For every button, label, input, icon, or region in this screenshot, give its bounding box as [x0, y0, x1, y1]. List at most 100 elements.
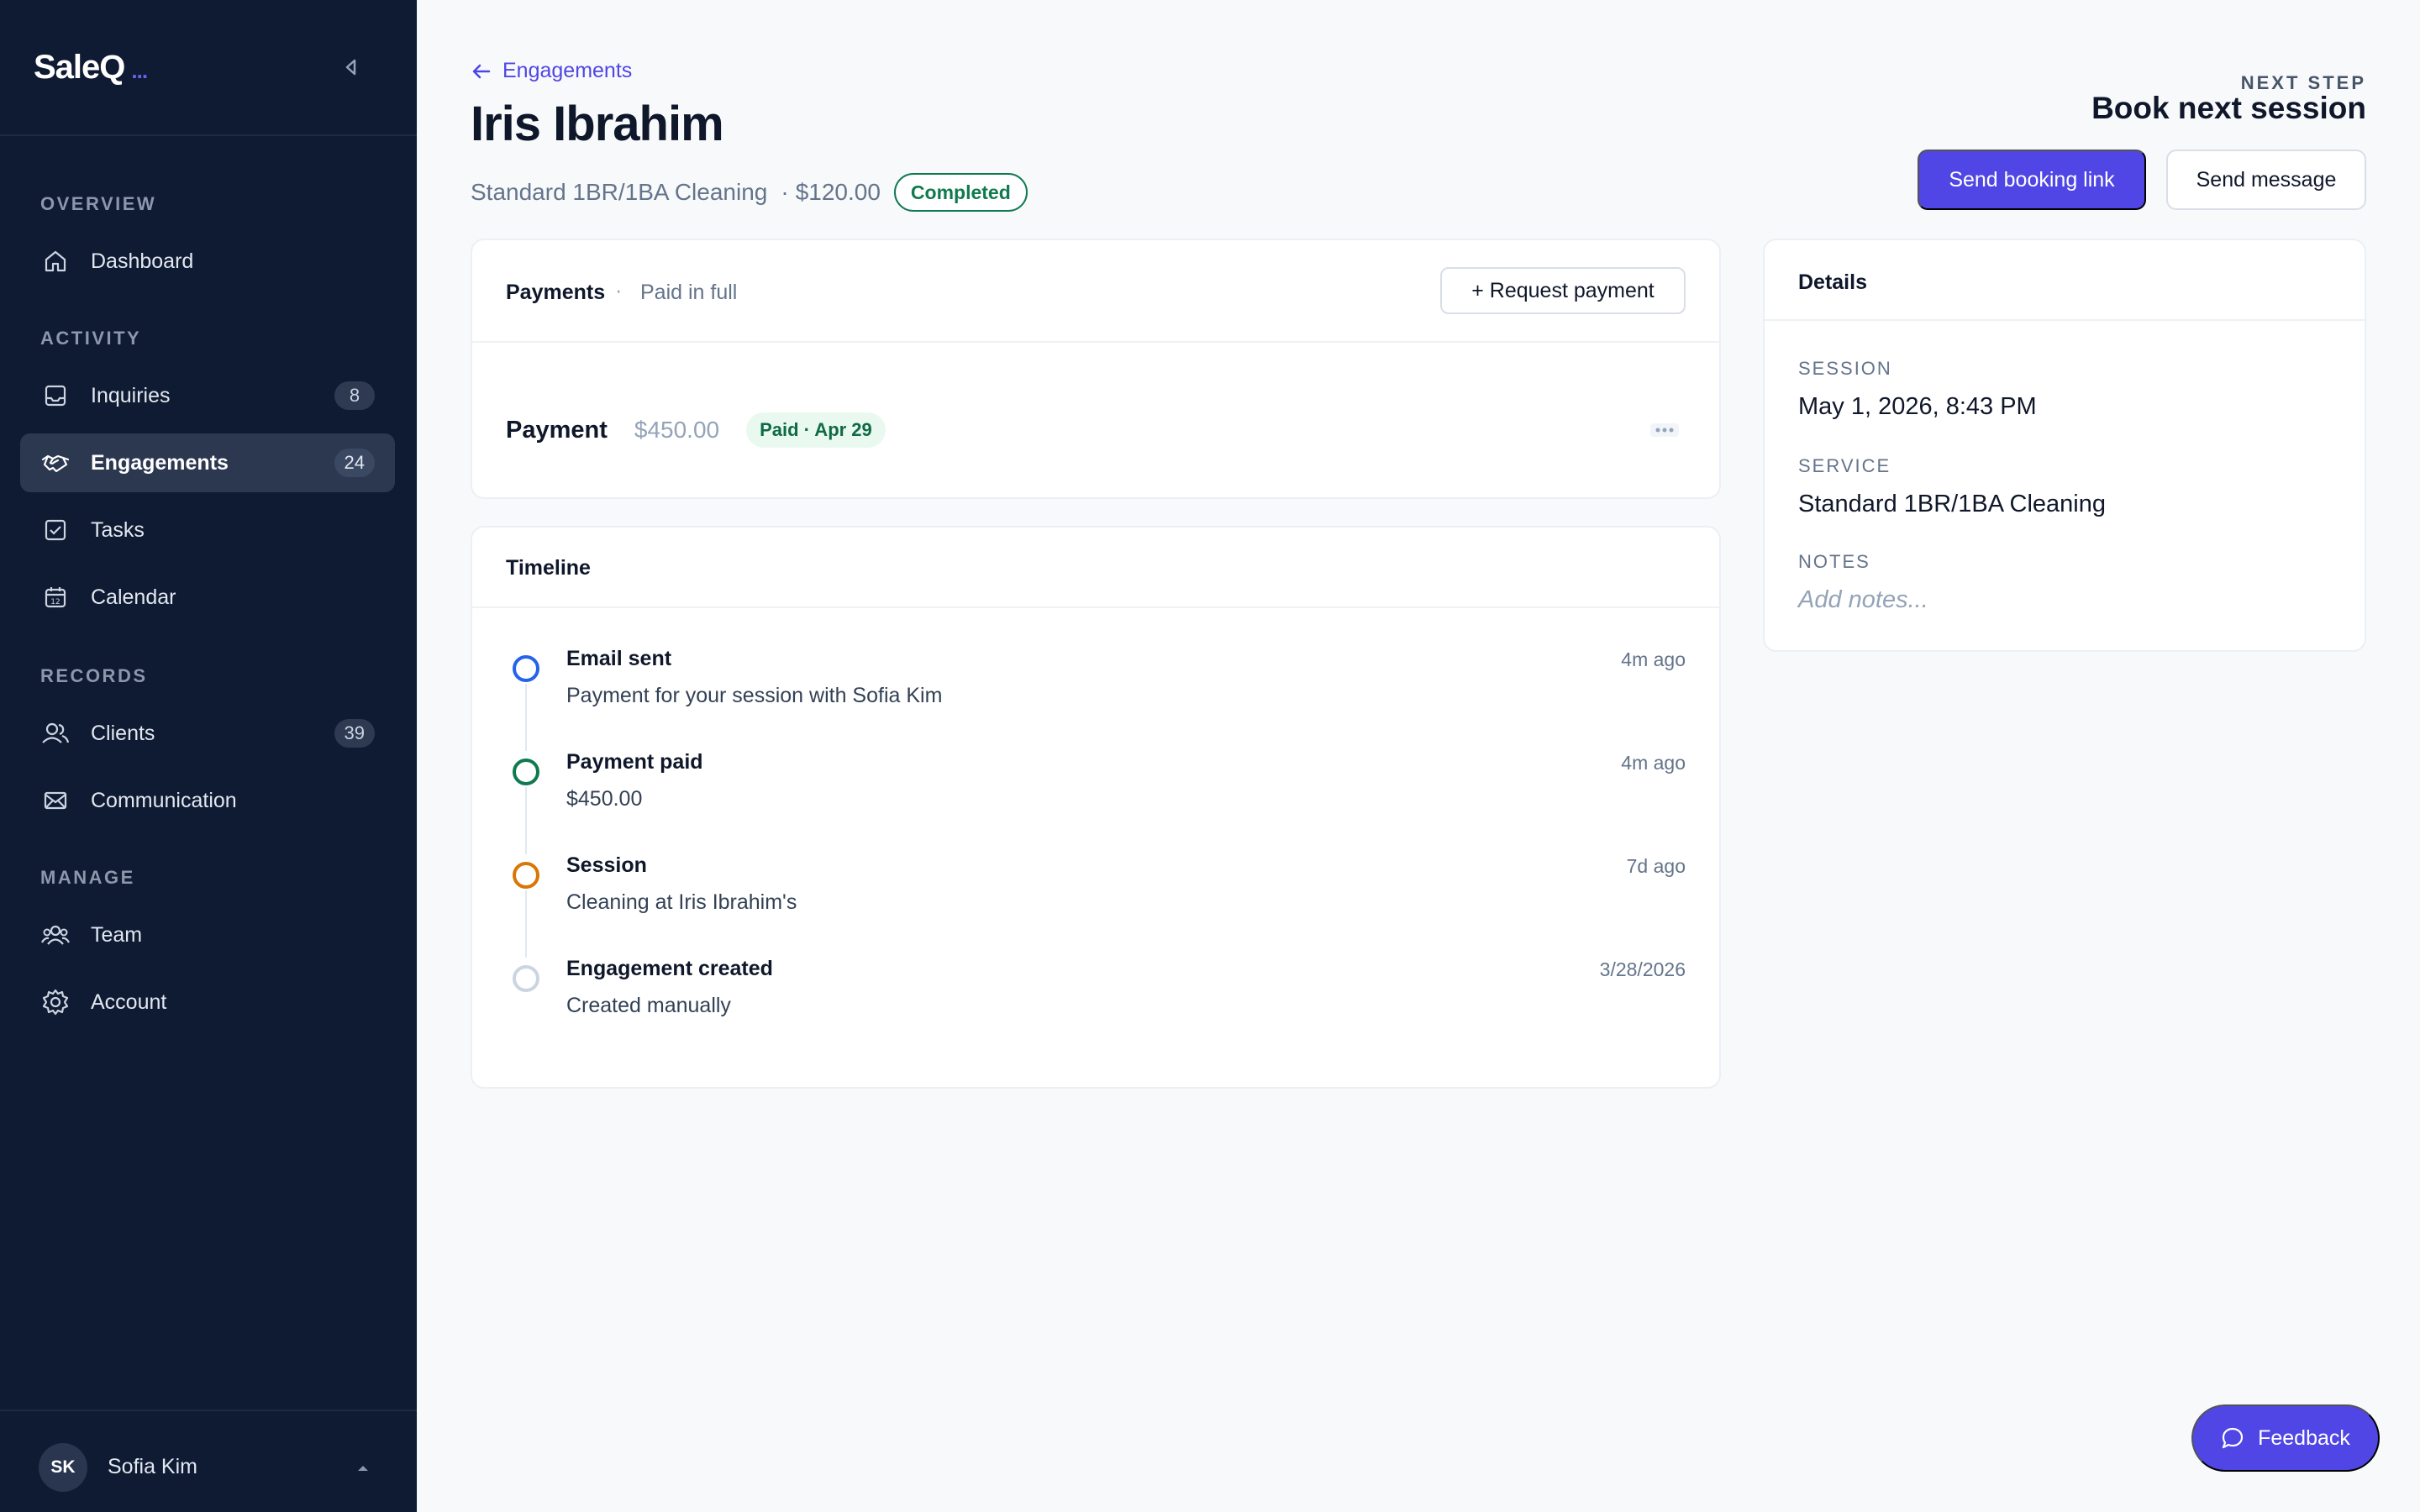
timeline-item-desc: Created manually [566, 994, 731, 1017]
user-menu[interactable]: SK Sofia Kim [0, 1410, 417, 1512]
timeline-item: Payment paid $450.00 4m ago [506, 750, 1686, 854]
timeline-dot [513, 759, 539, 785]
sidebar-item-label: Tasks [91, 517, 145, 542]
sidebar-item-label: Clients [91, 721, 155, 745]
timeline-header: Timeline [472, 528, 1719, 608]
svg-text:12: 12 [50, 598, 60, 606]
sidebar-item-inquiries[interactable]: Inquiries 8 [20, 366, 395, 425]
brand-suffix: ... [131, 58, 148, 83]
service-value: Standard 1BR/1BA Cleaning [1798, 491, 2106, 517]
session-value: May 1, 2026, 8:43 PM [1798, 393, 2037, 420]
payment-status-badge: Paid · Apr 29 [746, 412, 886, 448]
price: $120.00 [795, 179, 881, 205]
count-badge: 24 [334, 449, 375, 477]
timeline-item: Session Cleaning at Iris Ibrahim's 7d ag… [506, 853, 1686, 958]
sidebar-item-calendar[interactable]: 12 Calendar [20, 568, 395, 627]
payments-card: Payments · Paid in full + Request paymen… [471, 239, 1721, 499]
timeline-item: Email sent Payment for your session with… [506, 647, 1686, 751]
sidebar-item-label: Account [91, 990, 167, 1014]
page-title: Iris Ibrahim [471, 97, 724, 151]
sidebar-item-engagements[interactable]: Engagements 24 [20, 433, 395, 492]
timeline-item-desc: Payment for your session with Sofia Kim [566, 684, 943, 707]
feedback-button[interactable]: Feedback [2191, 1404, 2380, 1472]
collapse-sidebar-icon[interactable] [339, 55, 363, 79]
timeline-card: Timeline Email sent Payment for your ses… [471, 526, 1721, 1089]
brand-name: SaleQ [34, 49, 125, 86]
calendar-icon: 12 [40, 582, 71, 612]
session-label: SESSION [1798, 358, 1892, 379]
timeline-item-title: Engagement created [566, 957, 773, 980]
timeline-item-desc: Cleaning at Iris Ibrahim's [566, 890, 797, 914]
request-payment-button[interactable]: + Request payment [1440, 267, 1686, 314]
timeline-item-title: Session [566, 853, 647, 877]
more-options-icon[interactable] [1650, 423, 1679, 437]
team-icon [40, 920, 71, 950]
sidebar-item-tasks[interactable]: Tasks [20, 501, 395, 559]
sidebar-item-label: Communication [91, 788, 237, 812]
user-name: Sofia Kim [108, 1455, 197, 1478]
sidebar-item-dashboard[interactable]: Dashboard [20, 232, 395, 291]
section-label-activity: ACTIVITY [40, 328, 142, 349]
send-booking-link-button[interactable]: Send booking link [1918, 150, 2146, 210]
details-card: Details SESSION May 1, 2026, 8:43 PM SER… [1763, 239, 2366, 652]
arrow-left-icon [471, 60, 492, 82]
sidebar-item-clients[interactable]: Clients 39 [20, 704, 395, 763]
payment-label: Payment [506, 416, 608, 444]
gear-icon [40, 987, 71, 1017]
section-label-manage: MANAGE [40, 867, 135, 888]
details-title: Details [1798, 270, 1867, 294]
next-step-title: Book next session [2091, 91, 2366, 125]
timeline-dot [513, 862, 539, 889]
timeline-item-title: Email sent [566, 647, 672, 670]
timeline-connector [525, 684, 527, 751]
inbox-icon [40, 381, 71, 411]
chevron-up-icon[interactable] [353, 1458, 373, 1478]
status-badge: Completed [893, 173, 1028, 212]
service-label: SERVICE [1798, 455, 1891, 476]
feedback-label: Feedback [2258, 1425, 2350, 1450]
avatar: SK [39, 1443, 87, 1492]
sidebar-item-team[interactable]: Team [20, 906, 395, 964]
timeline-dot [513, 965, 539, 992]
timeline-item-desc: $450.00 [566, 787, 643, 811]
sidebar-item-label: Inquiries [91, 383, 171, 407]
timeline-item: Engagement created Created manually 3/28… [506, 957, 1686, 1041]
send-message-button[interactable]: Send message [2166, 150, 2366, 210]
engagement-summary: Standard 1BR/1BA Cleaning · $120.00 Comp… [471, 173, 1028, 212]
notes-field[interactable]: Add notes... [1798, 586, 1928, 614]
sidebar-item-account[interactable]: Account [20, 973, 395, 1032]
payment-amount: $450.00 [634, 417, 720, 443]
section-label-records: RECORDS [40, 665, 148, 686]
separator: · [615, 279, 623, 302]
payment-status: Paid in full [640, 281, 738, 304]
separator: · [781, 179, 789, 205]
brand-logo[interactable]: SaleQ... [34, 49, 148, 87]
payments-header: Payments · Paid in full + Request paymen… [472, 240, 1719, 343]
users-icon [40, 718, 71, 748]
timeline-item-time: 4m ago [1621, 648, 1686, 670]
sidebar-item-label: Engagements [91, 450, 229, 475]
back-link[interactable]: Engagements [471, 59, 632, 83]
section-label-overview: OVERVIEW [40, 193, 157, 214]
chat-bubble-icon [2221, 1426, 2244, 1450]
notes-label: NOTES [1798, 551, 1870, 572]
home-icon [40, 246, 71, 276]
mail-icon [40, 785, 71, 816]
timeline-item-title: Payment paid [566, 750, 703, 774]
timeline-connector [525, 787, 527, 854]
payments-title: Payments [506, 281, 606, 304]
timeline-item-time: 4m ago [1621, 752, 1686, 774]
back-link-label: Engagements [502, 59, 633, 82]
sidebar-item-label: Team [91, 922, 143, 947]
timeline-title: Timeline [506, 556, 591, 580]
timeline-item-time: 7d ago [1626, 855, 1686, 877]
sidebar-item-label: Calendar [91, 585, 176, 609]
brand-row: SaleQ... [0, 0, 417, 136]
payment-row: Payment $450.00 Paid · Apr 29 [506, 405, 1686, 455]
sidebar-item-communication[interactable]: Communication [20, 771, 395, 830]
sidebar-item-label: Dashboard [91, 249, 194, 273]
timeline-connector [525, 890, 527, 958]
checkbox-icon [40, 515, 71, 545]
timeline-item-time: 3/28/2026 [1599, 958, 1686, 980]
service-name: Standard 1BR/1BA Cleaning [471, 179, 768, 205]
